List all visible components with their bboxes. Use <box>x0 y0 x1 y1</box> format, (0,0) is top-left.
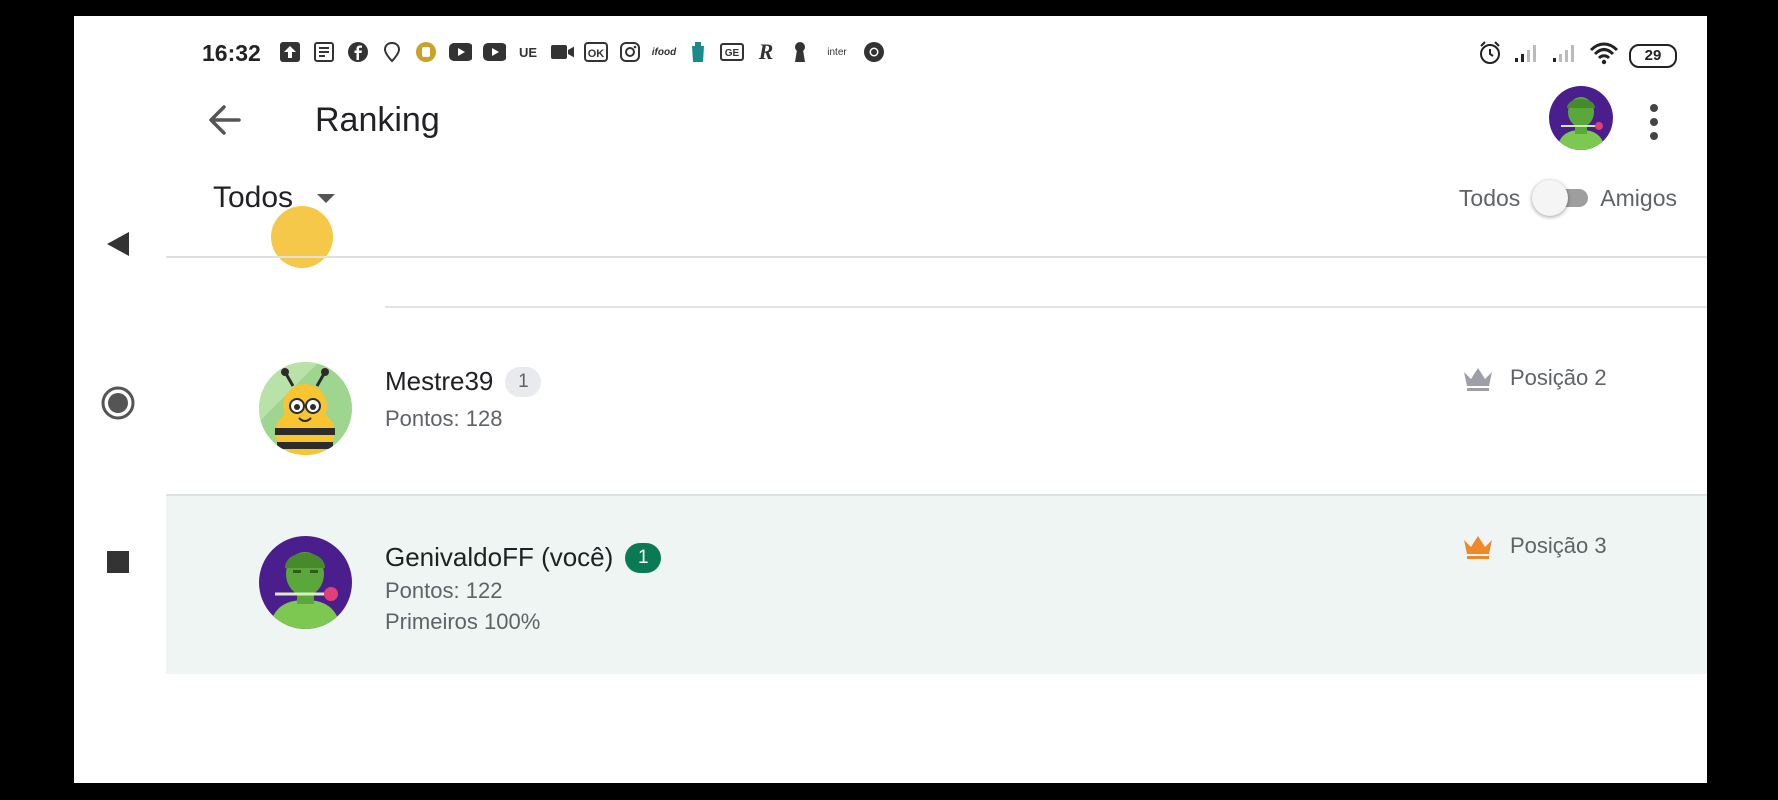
level-badge: 1 <box>625 542 662 573</box>
alarm-icon <box>1477 40 1503 71</box>
drink-icon <box>686 40 710 64</box>
coin-icon <box>414 40 438 64</box>
friends-toggle-switch[interactable] <box>1532 180 1589 216</box>
level-badge: 1 <box>505 366 542 397</box>
friends-toggle-group: Todos Amigos <box>1459 180 1677 216</box>
player-name-line: GenivaldoFF (você) 1 <box>385 542 662 573</box>
signal-icon <box>1551 42 1579 69</box>
maps-pin-icon <box>380 40 404 64</box>
status-bar: 16:32 UE OK ifood GE R inter 29 <box>74 16 1707 76</box>
youtube-icon <box>448 40 472 64</box>
nav-recents-button[interactable] <box>96 540 140 584</box>
status-time: 16:32 <box>202 40 261 66</box>
system-icons: 29 <box>1477 40 1677 71</box>
back-button[interactable] <box>200 96 248 144</box>
position-label: Posição 3 <box>1510 533 1607 558</box>
ranking-position: Posição 3 <box>1462 532 1607 560</box>
player-avatar <box>259 362 352 455</box>
switch-thumb <box>1532 180 1569 216</box>
signal-icon <box>1513 42 1541 69</box>
ifood-icon: ifood <box>651 46 677 58</box>
player-name-line: Mestre39 1 <box>385 366 542 397</box>
toggle-label-friends: Amigos <box>1600 184 1677 211</box>
player-avatar <box>259 536 352 629</box>
instagram-icon <box>618 40 642 64</box>
youtube-icon <box>482 40 506 64</box>
ue-icon: UE <box>518 44 538 60</box>
square-recents-icon <box>107 551 129 573</box>
player-stat: Primeiros 100% <box>385 609 541 634</box>
toggle-label-all: Todos <box>1458 184 1521 211</box>
dropdown-arrow-icon <box>317 193 336 203</box>
facebook-icon <box>346 40 370 64</box>
player-points: Pontos: 128 <box>385 406 503 431</box>
ranking-row-current-user[interactable]: GenivaldoFF (você) 1 Pontos: 122 Primeir… <box>166 496 1707 674</box>
peek-avatar <box>271 206 333 268</box>
video-camera-icon <box>550 40 574 64</box>
list-top-divider <box>166 256 1707 258</box>
user-avatar[interactable] <box>1549 86 1613 150</box>
crown-icon <box>1464 536 1492 559</box>
player-name: Mestre39 <box>385 366 494 396</box>
nav-home-button[interactable] <box>96 381 140 425</box>
r-icon: R <box>758 39 774 64</box>
svg-text:GE: GE <box>725 48 740 59</box>
position-label: Posição 2 <box>1510 365 1607 390</box>
inter-icon: inter <box>827 46 847 58</box>
triangle-left-icon <box>107 232 129 256</box>
battery-icon: 29 <box>1629 43 1677 68</box>
ranking-position: Posição 2 <box>1462 364 1607 392</box>
svg-text:OK: OK <box>588 48 605 60</box>
player-name: GenivaldoFF (você) <box>385 542 614 572</box>
ge-icon: GE <box>720 40 744 64</box>
wifi-icon <box>1589 41 1619 70</box>
news-icon <box>312 40 336 64</box>
player-points: Pontos: 122 <box>385 578 503 603</box>
page-title: Ranking <box>315 101 440 139</box>
ranking-row[interactable]: Mestre39 1 Pontos: 128 Posição 2 <box>166 308 1707 494</box>
crown-icon <box>1464 368 1492 391</box>
circle-home-icon <box>101 386 135 420</box>
more-options-button[interactable] <box>1640 102 1668 142</box>
phone-screen: 16:32 UE OK ifood GE R inter 29 Ranking … <box>74 16 1707 783</box>
nav-back-button[interactable] <box>96 222 140 266</box>
upload-icon <box>278 40 302 64</box>
filter-selected: Todos <box>213 181 294 214</box>
ok-icon: OK <box>584 40 608 64</box>
arrow-left-icon <box>209 105 241 135</box>
notification-icons: UE OK ifood GE R inter <box>278 39 886 64</box>
chrome-icon <box>862 40 886 64</box>
keyhole-icon <box>788 40 812 64</box>
